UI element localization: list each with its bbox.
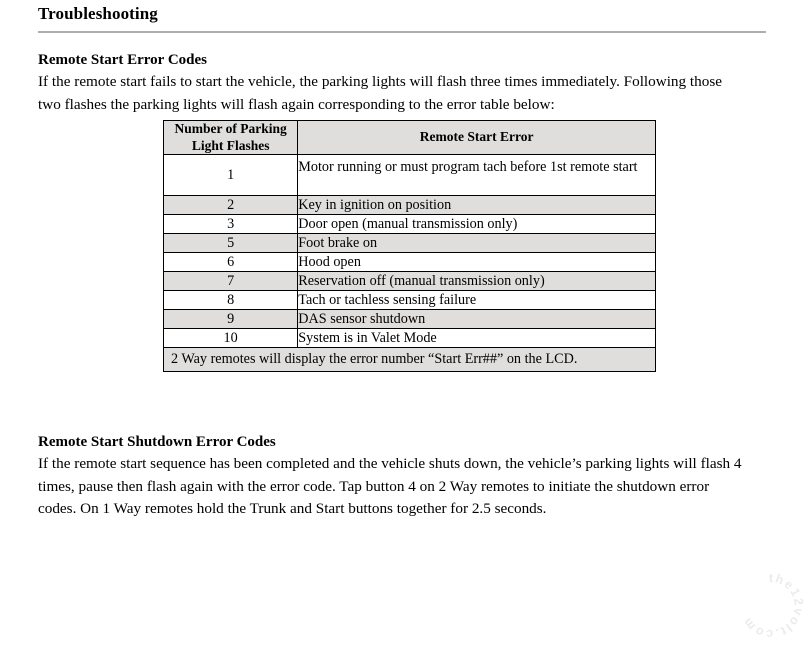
- watermark-circular-text-icon: the12volt.com: [730, 565, 805, 647]
- table-footnote: 2 Way remotes will display the error num…: [163, 347, 656, 372]
- cell-error-description: Motor running or must program tach befor…: [297, 154, 656, 196]
- cell-error-description: Foot brake on: [297, 233, 656, 253]
- cell-flash-count: 5: [162, 233, 299, 253]
- cell-error-description: DAS sensor shutdown: [297, 309, 656, 329]
- table-row: 3 Door open (manual transmission only): [162, 214, 656, 234]
- table-row: 5 Foot brake on: [162, 233, 656, 253]
- svg-text:the12volt.com: the12volt.com: [737, 572, 805, 642]
- column-header-remote-start-error: Remote Start Error: [297, 120, 656, 155]
- section-heading-error-codes: Remote Start Error Codes: [38, 52, 207, 68]
- cell-flash-count: 9: [162, 309, 299, 329]
- table-footnote-row: 2 Way remotes will display the error num…: [163, 347, 656, 372]
- section-remote-start-error-codes: Remote Start Error Codes If the remote s…: [38, 51, 738, 116]
- table-row: 2 Key in ignition on position: [162, 195, 656, 215]
- table-row: 1 Motor running or must program tach bef…: [162, 154, 656, 196]
- cell-error-description: Door open (manual transmission only): [297, 214, 656, 234]
- cell-error-description: Tach or tachless sensing failure: [297, 290, 656, 310]
- cell-error-description: Reservation off (manual transmission onl…: [297, 271, 656, 291]
- title-divider: [38, 31, 766, 33]
- cell-flash-count: 6: [162, 252, 299, 272]
- remote-start-error-table: Number of Parking Light Flashes Remote S…: [162, 120, 656, 372]
- cell-flash-count: 10: [162, 328, 299, 348]
- cell-error-description: Key in ignition on position: [297, 195, 656, 215]
- section-heading-shutdown-error-codes: Remote Start Shutdown Error Codes: [38, 434, 276, 450]
- cell-flash-count: 8: [162, 290, 299, 310]
- table-row: 7 Reservation off (manual transmission o…: [162, 271, 656, 291]
- section-paragraph-shutdown-error-codes: If the remote start sequence has been co…: [38, 455, 742, 517]
- site-watermark: the12volt.com: [730, 565, 805, 647]
- watermark-text: the12volt.com: [730, 565, 805, 647]
- cell-error-description: Hood open: [297, 252, 656, 272]
- document-page: Troubleshooting Remote Start Error Codes…: [0, 0, 805, 647]
- section-paragraph-error-codes: If the remote start fails to start the v…: [38, 73, 722, 113]
- table-row: 6 Hood open: [162, 252, 656, 272]
- table-body: 1 Motor running or must program tach bef…: [162, 154, 656, 372]
- table-row: 9 DAS sensor shutdown: [162, 309, 656, 329]
- cell-flash-count: 2: [162, 195, 299, 215]
- cell-flash-count: 7: [162, 271, 299, 291]
- table-header-row: Number of Parking Light Flashes Remote S…: [162, 120, 656, 155]
- cell-error-description: System is in Valet Mode: [297, 328, 656, 348]
- column-header-parking-light-flashes: Number of Parking Light Flashes: [162, 120, 299, 155]
- page-title: Troubleshooting: [38, 4, 158, 23]
- table-row: 10 System is in Valet Mode: [162, 328, 656, 348]
- table-row: 8 Tach or tachless sensing failure: [162, 290, 656, 310]
- section-remote-start-shutdown-error-codes: Remote Start Shutdown Error Codes If the…: [38, 433, 744, 521]
- cell-flash-count: 3: [162, 214, 299, 234]
- cell-flash-count: 1: [162, 154, 299, 196]
